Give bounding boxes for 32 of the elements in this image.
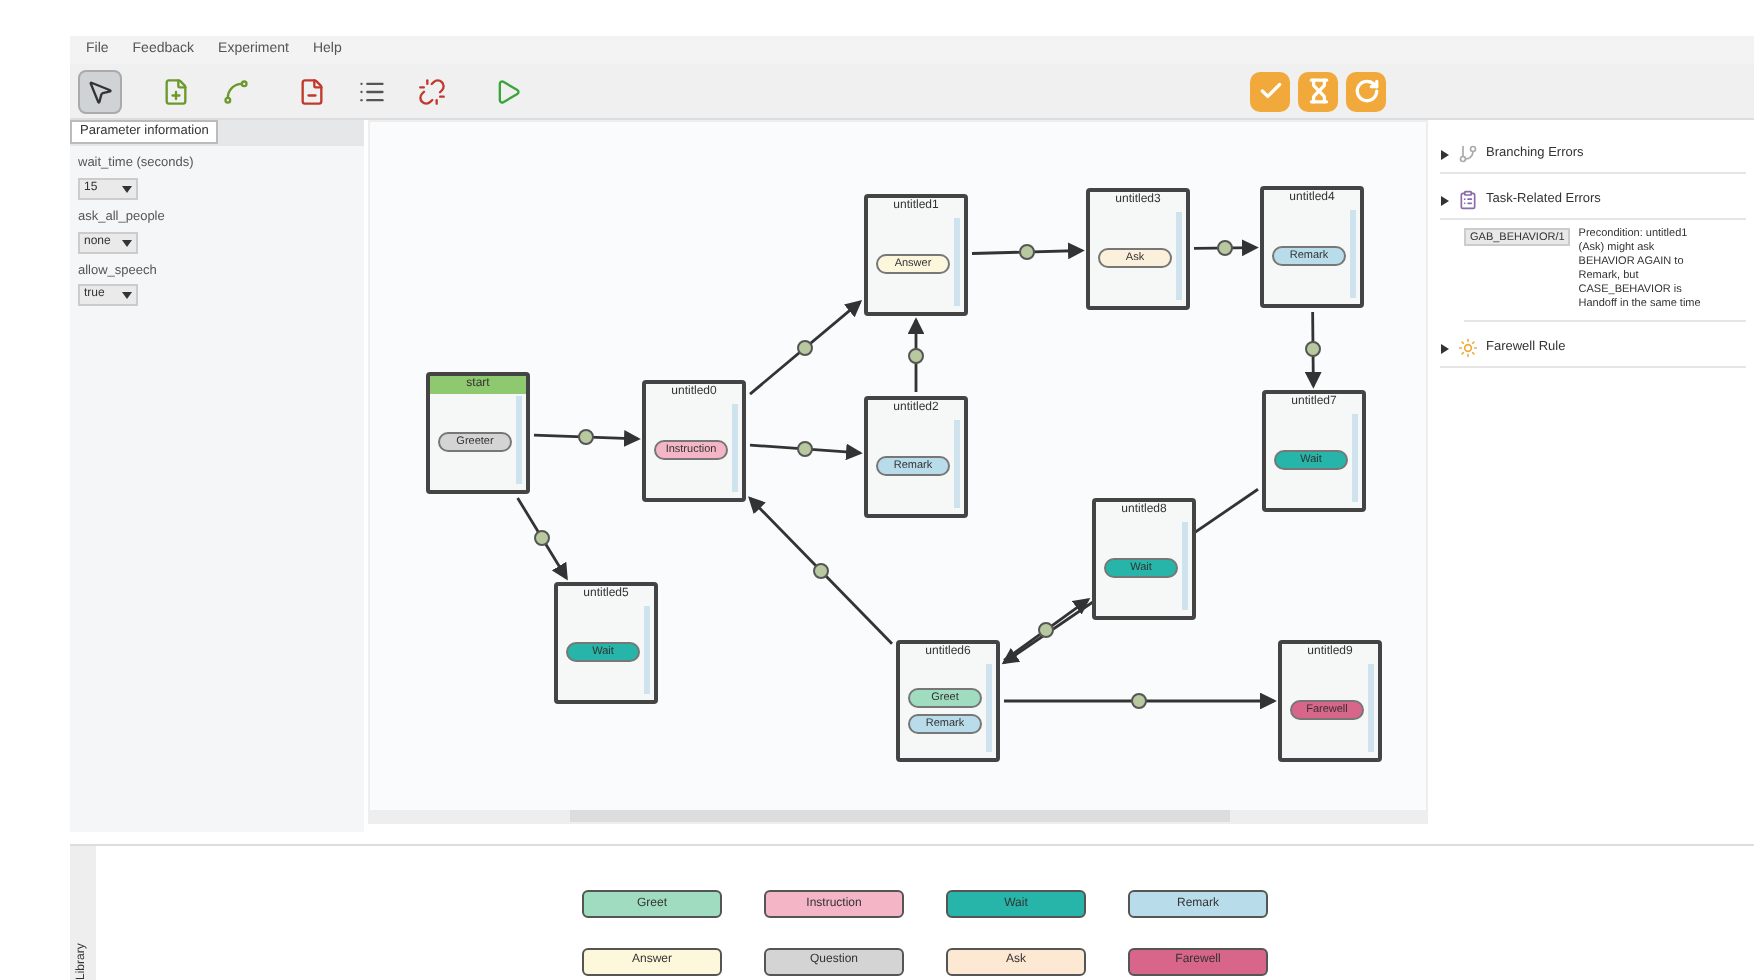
clipboard-icon (1458, 190, 1478, 210)
transition-arrow[interactable] (748, 496, 893, 645)
dropdown-arrow-icon[interactable] (122, 183, 132, 194)
sun-icon (1458, 338, 1478, 358)
transition-arrow[interactable] (971, 242, 1085, 260)
transition-arrow[interactable] (1004, 692, 1277, 710)
transition-arrow[interactable] (1003, 597, 1091, 662)
unlink-icon (418, 77, 446, 105)
hourglass-icon (1305, 78, 1331, 104)
transition-arrow[interactable] (533, 429, 641, 447)
transition-arrow[interactable] (749, 441, 863, 461)
expand-triangle-icon[interactable] (1440, 343, 1450, 353)
pointer-icon (86, 77, 114, 105)
expand-triangle-icon[interactable] (1440, 195, 1450, 205)
dropdown-arrow-icon[interactable] (122, 290, 132, 301)
play-icon (494, 77, 522, 105)
remove-state-icon (298, 77, 326, 105)
transition-arrow[interactable] (749, 300, 863, 396)
transition-arrow[interactable] (516, 497, 568, 581)
transition-arrow[interactable] (907, 317, 925, 392)
list-icon (358, 77, 386, 105)
horizontal-scrollbar[interactable] (370, 810, 1426, 822)
dropdown-arrow-icon[interactable] (122, 237, 132, 247)
branch-icon (1458, 144, 1478, 164)
check-icon (1257, 78, 1283, 104)
add-edge-icon (222, 77, 250, 105)
transition-arrow[interactable] (1194, 239, 1259, 257)
add-state-icon (162, 77, 190, 105)
expand-triangle-icon[interactable] (1440, 149, 1450, 159)
refresh-icon (1353, 78, 1379, 104)
transition-arrow[interactable] (1304, 312, 1322, 389)
tool-button[interactable] (78, 69, 122, 113)
